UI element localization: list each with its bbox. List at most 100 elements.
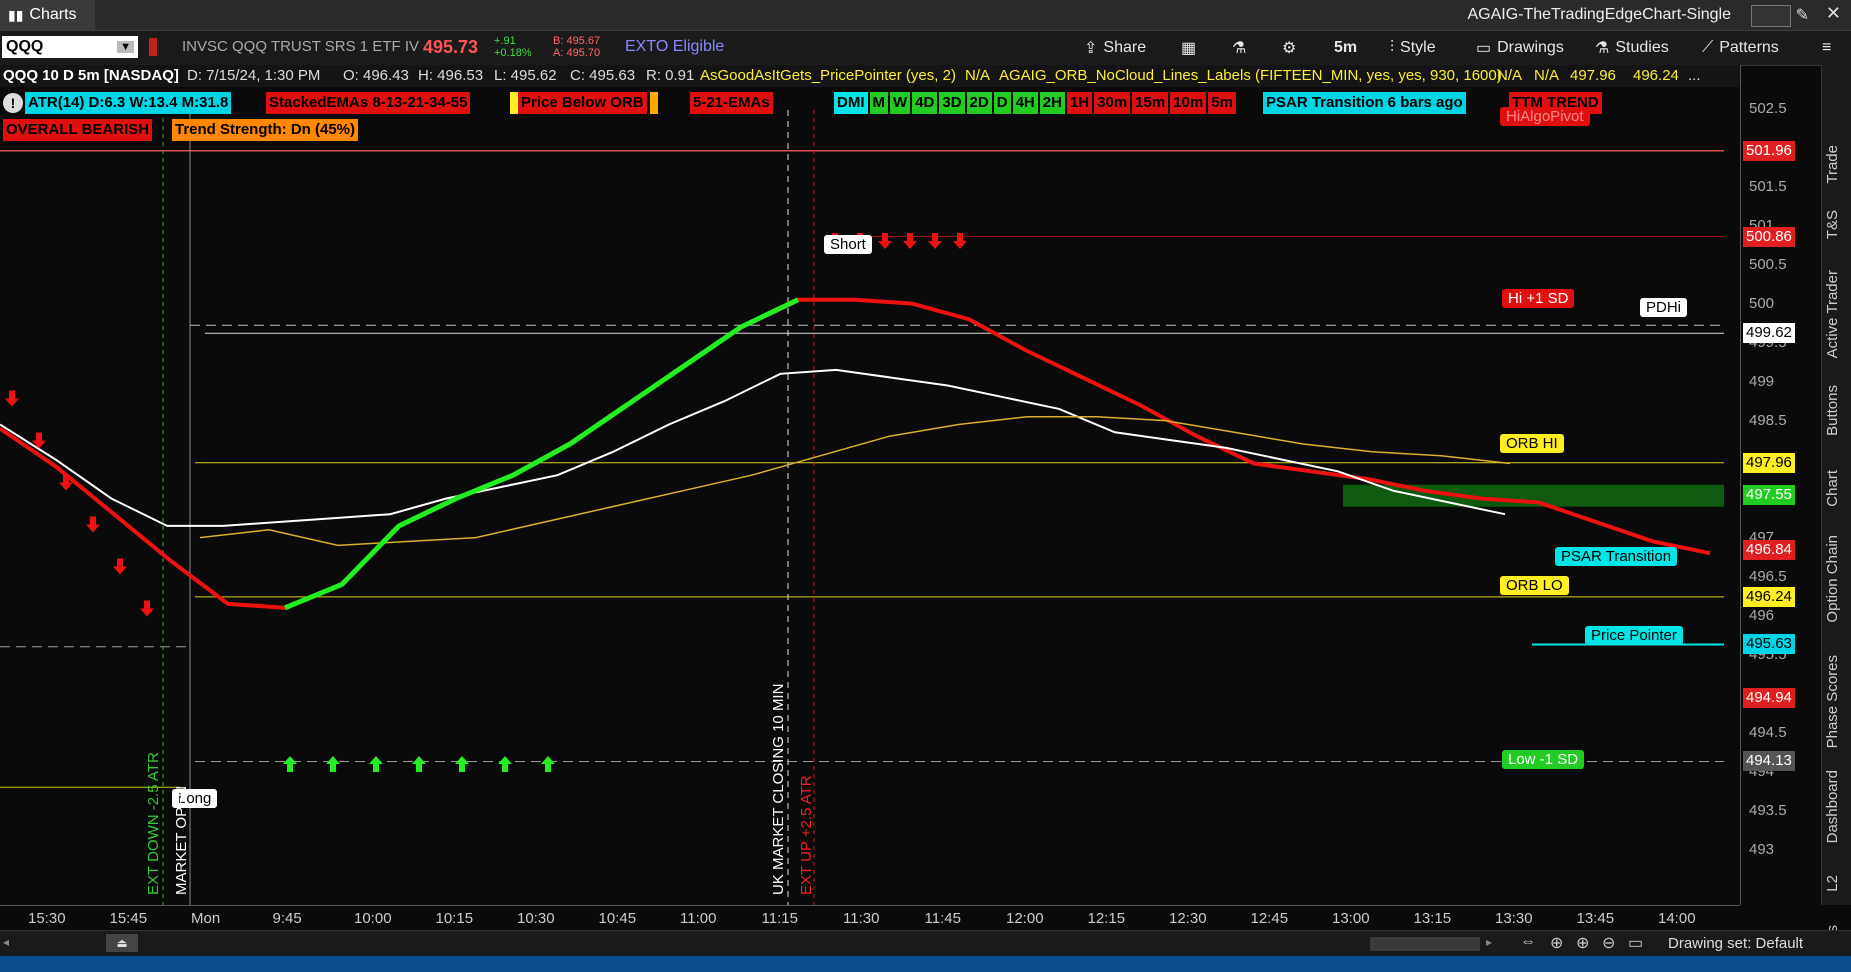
down-arrow	[5, 390, 19, 407]
price-tick: 499	[1749, 372, 1775, 390]
price-tick: 496.5	[1749, 567, 1787, 585]
time-tick: 13:15	[1413, 910, 1452, 927]
price-axis[interactable]: 502.5502501.5501500.5500499.5499498.5498…	[1740, 65, 1821, 905]
orb-hi-chip: ORB HI	[1500, 434, 1564, 453]
zoom-out-icon[interactable]: ⊖	[1602, 933, 1615, 953]
status-bar	[0, 956, 1851, 972]
trend-strength-label: Trend Strength: Dn (45%)	[172, 119, 359, 141]
price-tick: 493	[1749, 840, 1775, 858]
tf-label-1h: 1H	[1066, 92, 1093, 114]
price-tick: 498.5	[1749, 411, 1787, 429]
time-tick: 10:45	[598, 910, 637, 927]
time-tick: 15:30	[28, 910, 66, 927]
time-tick: 9:45	[272, 910, 302, 927]
time-tick: 10:15	[435, 910, 474, 927]
time-tick: 12:00	[1006, 910, 1044, 927]
time-tick: 11:15	[761, 910, 798, 927]
time-tick: Mon	[191, 910, 221, 927]
price-chart[interactable]	[0, 0, 1851, 972]
side-tab-t-s[interactable]: T&S	[1824, 210, 1841, 239]
time-tick: 10:00	[354, 910, 392, 927]
zoom-in-icon[interactable]: ⊕	[1576, 933, 1589, 953]
down-arrow	[878, 233, 892, 249]
zoom-box-icon[interactable]: ▭	[1628, 933, 1643, 953]
up-arrow	[412, 756, 426, 772]
ema-trend-line	[0, 297, 1711, 610]
tf-label-3d: 3D	[939, 92, 965, 114]
ext-up-label: EXT UP +2.5 ATR	[798, 775, 815, 895]
orb-swatch	[510, 92, 518, 114]
side-tab-chart[interactable]: Chart	[1824, 470, 1841, 507]
crosshair-icon[interactable]: ⊕	[1550, 933, 1563, 953]
tf-label-d: D	[993, 92, 1011, 114]
expand-icon[interactable]: ⇔	[1520, 933, 1536, 951]
tf-label-4h: 4H	[1012, 92, 1038, 114]
side-tab-option-chain[interactable]: Option Chain	[1824, 535, 1841, 623]
timeframe-trend-labels: DMI M W 4D 3D 2D D 4H 2H 1H 30m 15m 10m 5m	[834, 92, 1236, 114]
tf-label-4d: 4D	[912, 92, 938, 114]
price-tick: 493.5	[1749, 801, 1787, 819]
low-sd-chip: Low -1 SD	[1502, 750, 1585, 769]
time-axis[interactable]: 15:30 15:45 Mon 9:45 10:00 10:15 10:30 10:45 11:…	[0, 905, 1740, 931]
tf-label-30m: 30m	[1094, 92, 1131, 114]
time-tick: 11:30	[843, 910, 880, 927]
ext-down-label: EXT DOWN -2.5 ATR	[145, 752, 162, 895]
price-tag: 494.94	[1743, 688, 1795, 709]
scroll-right-icon[interactable]: ▸	[1486, 935, 1492, 949]
up-arrow	[326, 756, 340, 772]
psar-transition-chip: PSAR Transition	[1555, 547, 1678, 566]
down-arrow	[86, 516, 100, 533]
tf-label-10m: 10m	[1170, 92, 1207, 114]
price-tag: 500.86	[1743, 226, 1795, 247]
time-tick: 13:00	[1332, 910, 1370, 927]
time-tick: 14:00	[1658, 910, 1696, 927]
side-tab-dashboard[interactable]: Dashboard	[1824, 770, 1841, 843]
tf-label-w: W	[890, 92, 911, 114]
side-tab-phase-scores[interactable]: Phase Scores	[1824, 655, 1841, 748]
time-tick: 12:45	[1250, 910, 1289, 927]
time-tick: 12:15	[1087, 910, 1126, 927]
down-arrow	[140, 600, 154, 617]
up-arrow	[455, 756, 469, 772]
overall-bearish-label: OVERALL BEARISH	[3, 119, 153, 141]
market-open-label: MARKET OPEN	[173, 786, 190, 895]
side-tab-active-trader[interactable]: Active Trader	[1824, 270, 1841, 358]
up-arrow	[369, 756, 383, 772]
tf-label-2d: 2D	[966, 92, 992, 114]
time-tick: 10:30	[517, 910, 555, 927]
scroll-left-icon[interactable]: ◂	[3, 935, 9, 949]
price-tick: 502.5	[1749, 99, 1787, 117]
price-tag: 495.63	[1743, 634, 1795, 655]
drawing-set[interactable]: Drawing set: Default	[1668, 935, 1803, 952]
orb-lo-chip: ORB LO	[1500, 576, 1569, 595]
price-tag: 494.13	[1743, 751, 1795, 772]
down-arrow	[928, 233, 942, 249]
down-arrow	[903, 233, 917, 249]
time-tick: 11:45	[924, 910, 961, 927]
horizontal-scrollbar[interactable]	[1370, 937, 1480, 951]
price-tag: 496.84	[1743, 540, 1795, 561]
time-tick: 15:45	[109, 910, 148, 927]
bullish-trend-segment	[284, 297, 800, 611]
ema-5-21-label: 5-21-EMAs	[690, 92, 773, 114]
side-tab-buttons[interactable]: Buttons	[1824, 385, 1841, 436]
stacked-emas-label: StackedEMAs 8-13-21-34-55	[266, 92, 471, 114]
tf-label-dmi: DMI	[834, 92, 868, 114]
right-side-panel: Trade T&S Active Trader Buttons Chart Option …	[1821, 65, 1851, 963]
alert-icon[interactable]: !	[3, 93, 23, 113]
down-arrow	[953, 233, 967, 249]
up-arrow	[541, 756, 555, 772]
time-tick: 13:30	[1495, 910, 1533, 927]
tf-label-m: M	[869, 92, 888, 114]
price-tick: 494.5	[1749, 723, 1787, 741]
side-tab-l2[interactable]: L2	[1824, 875, 1841, 892]
atr-label: ATR(14) D:6.3 W:13.4 M:31.8	[25, 92, 232, 114]
hi-sd-chip: Hi +1 SD	[1502, 289, 1575, 308]
up-arrow	[283, 756, 297, 772]
chart-bottom-bar: ⏏ ◂ ▸ ⇔ ⊕ ⊕ ⊖ ▭ Drawing set: Default	[0, 930, 1851, 957]
side-tab-trade[interactable]: Trade	[1824, 145, 1841, 184]
collapse-icon[interactable]: ⏏	[106, 934, 138, 952]
price-pointer-chip: Price Pointer	[1585, 626, 1683, 645]
price-tag: 499.62	[1743, 323, 1795, 344]
price-tick: 501.5	[1749, 177, 1787, 195]
